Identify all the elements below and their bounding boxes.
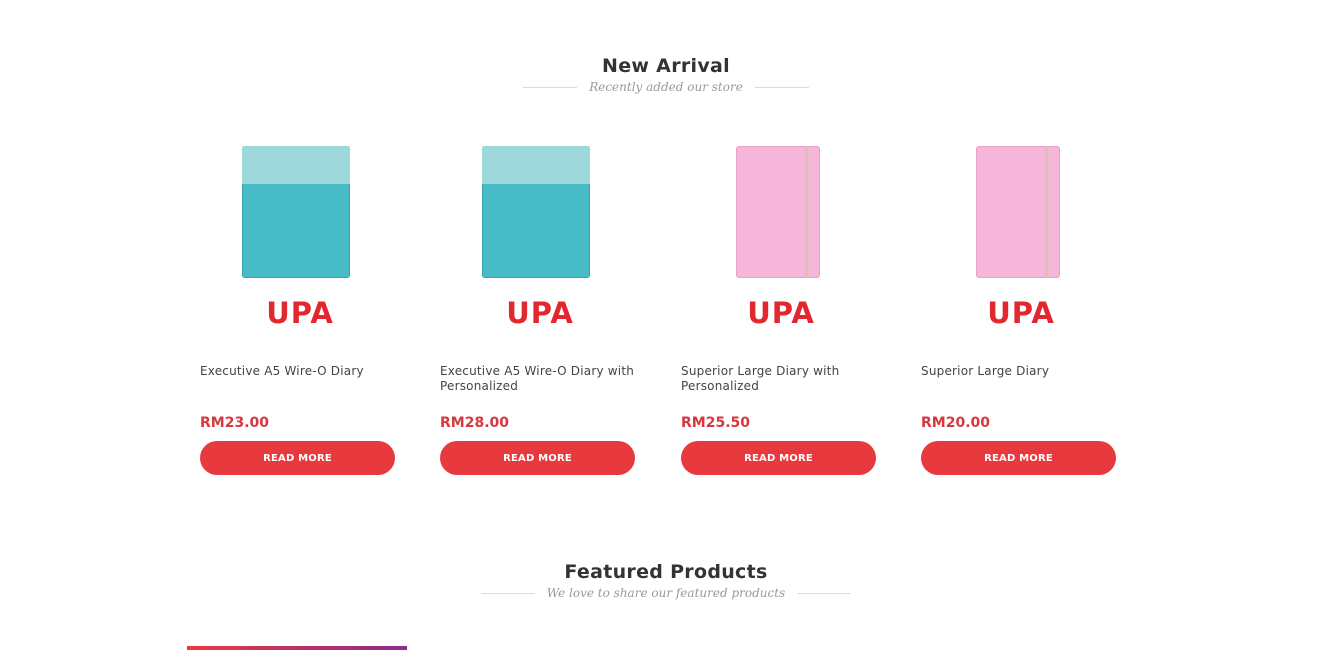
product-title[interactable]: Executive A5 Wire-O Diary (200, 364, 400, 408)
read-more-button[interactable]: READ MORE (681, 441, 876, 475)
product-title[interactable]: Executive A5 Wire-O Diary with Personali… (440, 364, 640, 408)
pink-notebook-image (976, 146, 1060, 278)
upa-logo: UPA (506, 296, 574, 330)
product-card: UPA Superior Large Diary with Personaliz… (681, 138, 881, 475)
product-image[interactable]: UPA (440, 138, 640, 338)
product-price: RM28.00 (440, 415, 509, 431)
new-arrival-section-header: New Arrival Recently added our store (0, 55, 1332, 94)
product-card: UPA Executive A5 Wire-O Diary RM23.00 RE… (200, 138, 400, 475)
product-price: RM20.00 (921, 415, 990, 431)
read-more-button[interactable]: READ MORE (440, 441, 635, 475)
featured-product-banner-edge (187, 646, 407, 650)
upa-logo: UPA (266, 296, 334, 330)
divider-line (523, 86, 578, 88)
read-more-button[interactable]: READ MORE (921, 441, 1116, 475)
product-title[interactable]: Superior Large Diary with Personalized (681, 364, 881, 408)
upa-logo: UPA (987, 296, 1055, 330)
teal-notebook-image (242, 146, 350, 278)
featured-subtitle-row: We love to share our featured products (0, 586, 1332, 600)
pink-notebook-image (736, 146, 820, 278)
product-title[interactable]: Superior Large Diary (921, 364, 1121, 408)
new-arrival-subtitle: Recently added our store (589, 80, 743, 94)
divider-line (480, 592, 535, 594)
product-price: RM25.50 (681, 415, 750, 431)
product-card: UPA Executive A5 Wire-O Diary with Perso… (440, 138, 640, 475)
product-image[interactable]: UPA (200, 138, 400, 338)
featured-section-header: Featured Products We love to share our f… (0, 561, 1332, 600)
product-image[interactable]: UPA (921, 138, 1121, 338)
product-price: RM23.00 (200, 415, 269, 431)
divider-line (797, 592, 852, 594)
new-arrival-title: New Arrival (602, 55, 730, 77)
product-image[interactable]: UPA (681, 138, 881, 338)
product-card: UPA Superior Large Diary RM20.00 READ MO… (921, 138, 1121, 475)
teal-notebook-image (482, 146, 590, 278)
upa-logo: UPA (747, 296, 815, 330)
featured-title: Featured Products (564, 561, 768, 583)
new-arrival-subtitle-row: Recently added our store (0, 80, 1332, 94)
read-more-button[interactable]: READ MORE (200, 441, 395, 475)
featured-subtitle: We love to share our featured products (546, 586, 786, 600)
divider-line (754, 86, 809, 88)
